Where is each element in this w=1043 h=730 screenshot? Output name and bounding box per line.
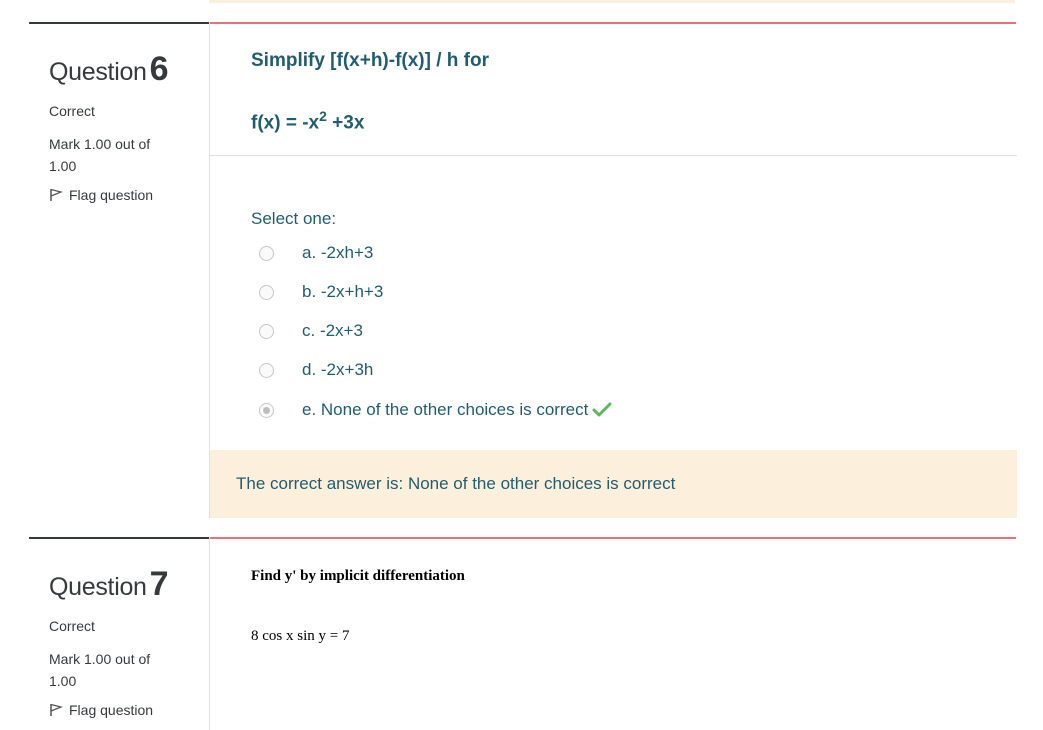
answer-label: d. -2x+3h [302, 360, 374, 379]
select-one-prompt: Select one: [251, 209, 337, 228]
question-state: Correct [49, 618, 95, 634]
question-info: Question6 Correct Mark 1.00 out of 1.00 … [29, 22, 209, 203]
question-info: Question7 Correct Mark 1.00 out of 1.00 … [29, 537, 209, 718]
flag-question-label: Flag question [69, 702, 154, 718]
question-number-value: 6 [149, 50, 169, 88]
question-content: Find y' by implicit differentiation 8 co… [209, 537, 1017, 730]
question-separator [210, 155, 1017, 156]
formula-exponent: 2 [319, 108, 327, 124]
question-text-line2: f(x) = -x2 +3x [251, 108, 364, 134]
question-number-value: 7 [149, 565, 169, 603]
question-6: Question6 Correct Mark 1.00 out of 1.00 … [29, 22, 1017, 518]
radio-button[interactable] [259, 362, 274, 378]
previous-feedback-strip [209, 0, 1015, 3]
answer-label: a. -2xh+3 [302, 243, 374, 262]
radio-button-checked[interactable] [259, 402, 274, 418]
answer-label: c. -2x+3 [302, 321, 363, 340]
radio-button[interactable] [259, 245, 274, 261]
radio-button[interactable] [259, 323, 274, 339]
question-text-line1: Find y' by implicit differentiation [251, 568, 465, 584]
question-grade: Mark 1.00 out of 1.00 [49, 651, 151, 689]
question-7: Question7 Correct Mark 1.00 out of 1.00 … [29, 537, 1016, 730]
question-label: Question [49, 58, 147, 86]
answer-label: b. -2x+h+3 [302, 282, 384, 301]
answer-option-b[interactable]: b. -2x+h+3 [251, 282, 383, 302]
formula-suffix: +3x [326, 112, 365, 134]
correct-answer-feedback: The correct answer is: None of the other… [210, 450, 1017, 518]
flag-question-link[interactable]: Flag question [49, 187, 209, 203]
question-number: Question7 [49, 565, 209, 604]
question-grade: Mark 1.00 out of 1.00 [49, 136, 151, 174]
flag-question-link[interactable]: Flag question [49, 702, 209, 718]
question-state: Correct [49, 103, 95, 119]
question-label: Question [49, 573, 147, 601]
answer-option-c[interactable]: c. -2x+3 [251, 321, 363, 341]
flag-question-label: Flag question [69, 187, 154, 203]
answer-option-a[interactable]: a. -2xh+3 [251, 243, 373, 263]
question-text-line2: 8 cos x sin y = 7 [251, 628, 350, 644]
flag-icon [50, 703, 63, 716]
question-content: Simplify [f(x+h)-f(x)] / h for f(x) = -x… [209, 22, 1017, 518]
formula-prefix: f(x) = -x [251, 112, 320, 134]
question-text-line1: Simplify [f(x+h)-f(x)] / h for [251, 50, 490, 71]
feedback-text: The correct answer is: None of the other… [236, 474, 676, 493]
question-number: Question6 [49, 50, 209, 89]
answer-label: e. None of the other choices is correct [302, 400, 589, 419]
answer-option-e[interactable]: e. None of the other choices is correct [251, 400, 612, 420]
answer-option-d[interactable]: d. -2x+3h [251, 360, 373, 380]
radio-button[interactable] [259, 284, 274, 300]
flag-icon [50, 188, 63, 201]
check-icon [592, 402, 612, 417]
